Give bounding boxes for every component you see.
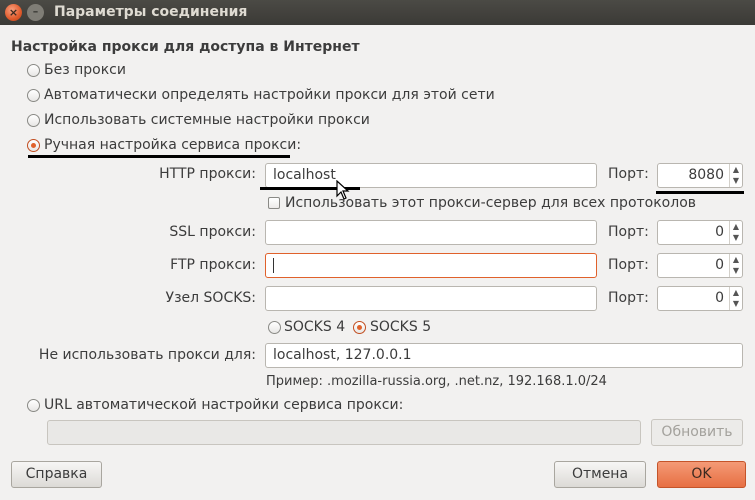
ok-button[interactable]: OK xyxy=(657,461,746,488)
radio-auto-url[interactable] xyxy=(27,399,40,412)
ftp-port-spinner[interactable]: 0 ▲ ▼ xyxy=(657,253,743,278)
socks-host-label: Узел SOCKS: xyxy=(165,290,256,306)
spin-arrows-icon[interactable]: ▲ ▼ xyxy=(729,221,742,244)
section-title: Настройка прокси для доступа в Интернет xyxy=(11,39,360,55)
http-proxy-label: HTTP прокси: xyxy=(159,166,256,182)
spin-arrows-icon[interactable]: ▲ ▼ xyxy=(729,287,742,310)
http-port-spinner[interactable]: 8080 ▲ ▼ xyxy=(657,163,743,188)
radio-manual-proxy-label[interactable]: Ручная настройка сервиса прокси: xyxy=(44,137,301,153)
text-caret xyxy=(273,257,274,273)
spin-arrows-icon[interactable]: ▲ ▼ xyxy=(729,164,742,187)
ssl-port-spinner[interactable]: 0 ▲ ▼ xyxy=(657,220,743,245)
http-proxy-input[interactable]: localhost xyxy=(265,163,597,188)
radio-auto-detect[interactable] xyxy=(27,89,40,102)
http-port-value[interactable]: 8080 xyxy=(688,167,724,183)
annotation-underline xyxy=(28,155,290,158)
radio-auto-detect-label[interactable]: Автоматически определять настройки прокс… xyxy=(44,87,495,103)
radio-no-proxy[interactable] xyxy=(27,64,40,77)
window-title: Параметры соединения xyxy=(54,4,248,20)
share-all-label[interactable]: Использовать этот прокси-сервер для всех… xyxy=(285,195,696,211)
ssl-proxy-input[interactable] xyxy=(265,220,597,245)
connection-settings-window: × – Параметры соединения Настройка прокс… xyxy=(0,0,755,500)
socks-port-spinner[interactable]: 0 ▲ ▼ xyxy=(657,286,743,311)
minimize-icon[interactable]: – xyxy=(27,4,44,21)
ssl-proxy-label: SSL прокси: xyxy=(169,224,256,240)
close-icon[interactable]: × xyxy=(5,4,22,21)
ssl-port-label: Порт: xyxy=(608,224,649,240)
no-proxy-input[interactable]: localhost, 127.0.0.1 xyxy=(265,343,743,368)
radio-socks5[interactable] xyxy=(353,321,366,334)
radio-auto-url-label[interactable]: URL автоматической настройки сервиса про… xyxy=(44,397,403,413)
help-button[interactable]: Справка xyxy=(11,461,102,488)
reload-button[interactable]: Обновить xyxy=(651,419,743,446)
share-all-checkbox[interactable] xyxy=(268,197,280,209)
ftp-proxy-label: FTP прокси: xyxy=(170,257,256,273)
no-proxy-label: Не использовать прокси для: xyxy=(38,347,256,363)
radio-manual-proxy[interactable] xyxy=(27,139,40,152)
socks-port-label: Порт: xyxy=(608,290,649,306)
radio-no-proxy-label[interactable]: Без прокси xyxy=(44,62,126,78)
ssl-port-value[interactable]: 0 xyxy=(715,224,724,240)
http-port-label: Порт: xyxy=(608,166,649,182)
ftp-port-value[interactable]: 0 xyxy=(715,257,724,273)
ftp-proxy-input[interactable] xyxy=(265,253,597,278)
radio-socks4-label[interactable]: SOCKS 4 xyxy=(284,319,345,335)
annotation-underline xyxy=(656,191,744,194)
spin-arrows-icon[interactable]: ▲ ▼ xyxy=(729,254,742,277)
titlebar: × – Параметры соединения xyxy=(0,0,755,25)
ftp-port-label: Порт: xyxy=(608,257,649,273)
radio-socks4[interactable] xyxy=(268,321,281,334)
socks-port-value[interactable]: 0 xyxy=(715,290,724,306)
radio-system-proxy-label[interactable]: Использовать системные настройки прокси xyxy=(44,112,370,128)
radio-system-proxy[interactable] xyxy=(27,114,40,127)
auto-url-input[interactable] xyxy=(47,420,641,445)
no-proxy-example: Пример: .mozilla-russia.org, .net.nz, 19… xyxy=(266,374,607,389)
cancel-button[interactable]: Отмена xyxy=(554,461,646,488)
socks-host-input[interactable] xyxy=(265,286,597,311)
radio-socks5-label[interactable]: SOCKS 5 xyxy=(370,319,431,335)
